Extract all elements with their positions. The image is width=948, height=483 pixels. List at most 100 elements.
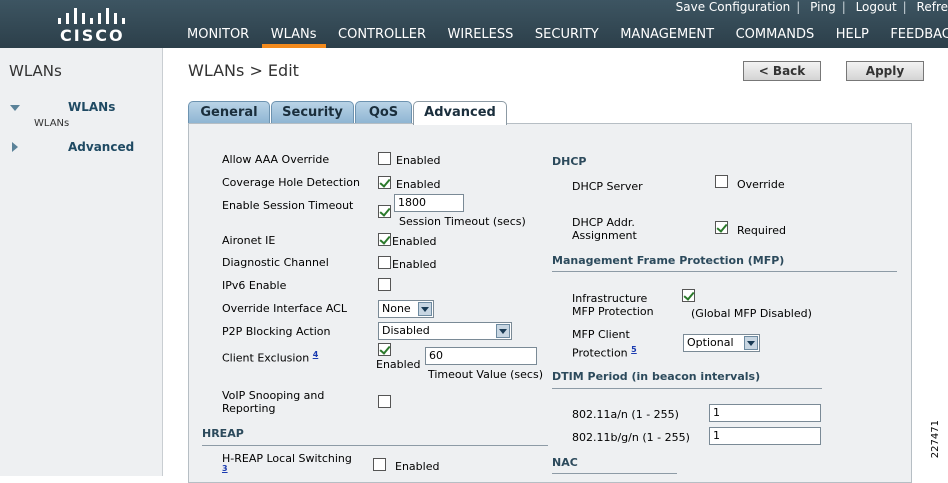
dhcp-heading: DHCP [552, 155, 587, 168]
expand-down-icon[interactable] [10, 105, 20, 111]
top-header: CISCO Save Configuration | Ping | Logout | … [0, 0, 948, 48]
aironet-ie-checkbox[interactable] [378, 233, 391, 246]
mfp-heading: Management Frame Protection (MFP) [552, 254, 785, 267]
override-acl-value: None [382, 302, 411, 315]
dtim-bgn-input[interactable]: 1 [709, 427, 821, 445]
dtim-an-input[interactable]: 1 [709, 404, 821, 422]
mfp-client-label-line2: Protection 5 [572, 345, 637, 360]
nav-feedback[interactable]: FEEDBACK [881, 27, 948, 48]
nav-wireless[interactable]: WIRELESS [439, 27, 523, 48]
nav-monitor[interactable]: MONITOR [178, 27, 258, 48]
chevron-down-icon [744, 336, 758, 350]
nav-help[interactable]: HELP [827, 27, 878, 48]
override-acl-select[interactable]: None [378, 300, 434, 318]
override-acl-label: Override Interface ACL [222, 302, 347, 315]
session-timeout-input[interactable]: 1800 [394, 194, 464, 212]
hreap-enabled-label: Enabled [395, 460, 440, 473]
save-configuration-link[interactable]: Save Configuration [670, 0, 797, 14]
dhcp-addr-checkbox[interactable] [715, 221, 728, 234]
tab-advanced[interactable]: Advanced [413, 101, 507, 125]
infra-mfp-checkbox[interactable] [682, 289, 695, 302]
apply-button[interactable]: Apply [846, 61, 924, 81]
sidebar-title: WLANs [9, 62, 62, 80]
aironet-ie-label: Aironet IE [222, 234, 276, 247]
voip-snooping-checkbox[interactable] [378, 395, 391, 408]
client-exclusion-enabled-label: Enabled [376, 358, 421, 371]
logo-text: CISCO [60, 26, 125, 45]
dhcp-addr-required-label: Required [737, 224, 786, 237]
p2p-blocking-value: Disabled [382, 324, 430, 337]
nav-security[interactable]: SECURITY [526, 27, 608, 48]
sidebar-item-wlans[interactable]: WLANs [68, 100, 115, 114]
main-nav: MONITOR WLANs CONTROLLER WIRELESS SECURI… [178, 27, 948, 48]
nav-management[interactable]: MANAGEMENT [611, 27, 723, 48]
dhcp-addr-label-line1: DHCP Addr. [572, 216, 635, 229]
tab-general[interactable]: General [188, 101, 270, 124]
page-title: WLANs > Edit [188, 61, 299, 80]
mfp-client-value: Optional [687, 336, 734, 349]
nav-controller[interactable]: CONTROLLER [329, 27, 435, 48]
cisco-logo-bars-icon [54, 6, 125, 24]
diag-channel-checkbox[interactable] [378, 256, 391, 269]
sidebar: WLANs WLANs WLANs Advanced [0, 48, 163, 476]
voip-snooping-label-line1: VoIP Snooping and [222, 389, 325, 402]
dtim-bgn-label: 802.11b/g/n (1 - 255) [572, 431, 690, 444]
allow-aaa-enabled-label: Enabled [396, 154, 441, 167]
back-button[interactable]: < Back [743, 61, 821, 81]
session-timeout-checkbox[interactable] [378, 205, 391, 218]
dhcp-server-label: DHCP Server [572, 180, 643, 193]
hreap-footnote: 3 [222, 464, 228, 479]
session-timeout-label: Enable Session Timeout [222, 199, 354, 212]
coverage-hole-enabled-label: Enabled [396, 178, 441, 191]
diag-channel-enabled-label: Enabled [392, 258, 437, 271]
p2p-blocking-select[interactable]: Disabled [378, 322, 512, 340]
hreap-local-switching-checkbox[interactable] [373, 458, 386, 471]
hreap-footnote-link[interactable]: 3 [222, 464, 228, 473]
p2p-blocking-label: P2P Blocking Action [222, 325, 331, 338]
infra-mfp-label-line2: MFP Protection [572, 305, 654, 318]
chevron-down-icon [418, 302, 432, 316]
nac-heading: NAC [552, 456, 578, 469]
sidebar-subitem-wlans[interactable]: WLANs [34, 118, 69, 129]
allow-aaa-label: Allow AAA Override [222, 153, 330, 166]
mfp-divider [552, 271, 897, 272]
collapse-right-icon[interactable] [12, 142, 18, 152]
sidebar-item-advanced[interactable]: Advanced [68, 140, 134, 154]
mfp-client-select[interactable]: Optional [683, 334, 760, 352]
nav-wlans[interactable]: WLANs [261, 27, 326, 48]
tab-security[interactable]: Security [271, 101, 354, 124]
dtim-heading: DTIM Period (in beacon intervals) [552, 370, 761, 383]
logout-link[interactable]: Logout [850, 0, 903, 14]
dhcp-addr-label-line2: Assignment [572, 229, 637, 242]
dhcp-server-override-label: Override [737, 178, 785, 191]
ping-link[interactable]: Ping [804, 0, 842, 14]
client-exclusion-footnote-link[interactable]: 4 [313, 350, 319, 359]
allow-aaa-checkbox[interactable] [378, 152, 391, 165]
tab-qos[interactable]: QoS [355, 101, 412, 124]
refresh-link[interactable]: Refre [911, 0, 948, 14]
ipv6-label: IPv6 Enable [222, 279, 287, 292]
nac-divider [552, 473, 677, 474]
ipv6-checkbox[interactable] [378, 278, 391, 291]
nav-commands[interactable]: COMMANDS [727, 27, 824, 48]
dtim-an-label: 802.11a/n (1 - 255) [572, 408, 679, 421]
infra-mfp-label-line1: Infrastructure [572, 292, 648, 305]
dhcp-server-checkbox[interactable] [715, 175, 728, 188]
client-exclusion-timeout-input[interactable]: 60 [425, 347, 537, 365]
hreap-divider [202, 445, 548, 446]
infra-mfp-note: (Global MFP Disabled) [691, 307, 812, 320]
coverage-hole-label: Coverage Hole Detection [222, 176, 360, 189]
chevron-down-icon [496, 324, 510, 338]
aironet-ie-enabled-label: Enabled [392, 235, 437, 248]
dtim-divider [552, 388, 822, 389]
figure-number: 227471 [930, 420, 941, 459]
cisco-logo: CISCO [52, 4, 132, 45]
mfp-client-label-line1: MFP Client [572, 328, 630, 341]
client-exclusion-timeout-unit: Timeout Value (secs) [428, 368, 543, 381]
client-exclusion-label: Client Exclusion 4 [222, 350, 319, 365]
coverage-hole-checkbox[interactable] [378, 176, 391, 189]
top-links: Save Configuration | Ping | Logout | Refre [670, 0, 948, 14]
voip-snooping-label-line2: Reporting [222, 402, 276, 415]
client-exclusion-checkbox[interactable] [378, 343, 391, 356]
mfp-client-footnote-link[interactable]: 5 [631, 345, 637, 354]
